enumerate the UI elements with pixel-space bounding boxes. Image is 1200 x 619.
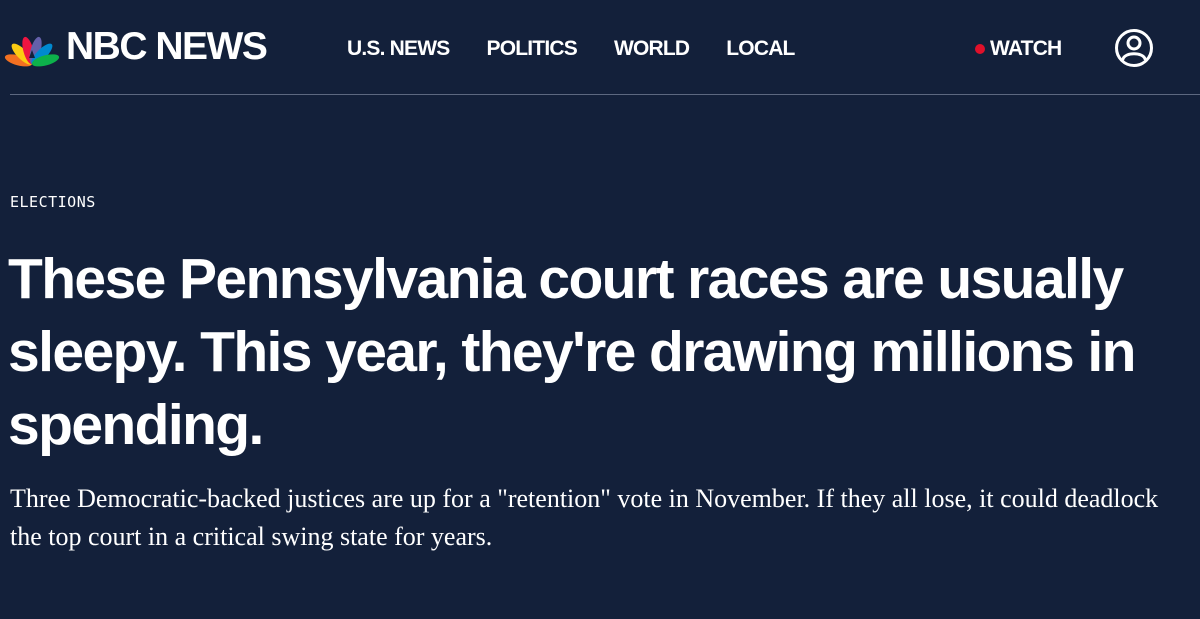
article-headline: These Pennsylvania court races are usual…	[8, 247, 1136, 457]
nav-item-politics[interactable]: POLITICS	[486, 34, 577, 64]
article-dek: Three Democratic-backed justices are up …	[10, 484, 1159, 551]
main-nav: U.S. NEWS POLITICS WORLD LOCAL	[347, 34, 832, 64]
nbc-news-logo[interactable]: NBC NEWS	[4, 25, 268, 68]
section-label[interactable]: ELECTIONS	[10, 193, 96, 211]
user-account-icon	[1115, 29, 1153, 67]
watch-label: WATCH	[990, 37, 1062, 60]
header-divider	[10, 94, 1200, 95]
account-button[interactable]	[1114, 28, 1154, 68]
nav-item-world[interactable]: WORLD	[614, 34, 690, 64]
nav-item-local[interactable]: LOCAL	[726, 34, 795, 64]
peacock-icon	[4, 27, 60, 67]
nav-item-us-news[interactable]: U.S. NEWS	[347, 34, 450, 64]
logo-wordmark: NBC NEWS	[66, 25, 268, 68]
live-dot-icon	[975, 44, 985, 54]
watch-button[interactable]: WATCH	[975, 34, 1062, 64]
site-header: NBC NEWS U.S. NEWS POLITICS WORLD LOCAL …	[0, 0, 1200, 95]
